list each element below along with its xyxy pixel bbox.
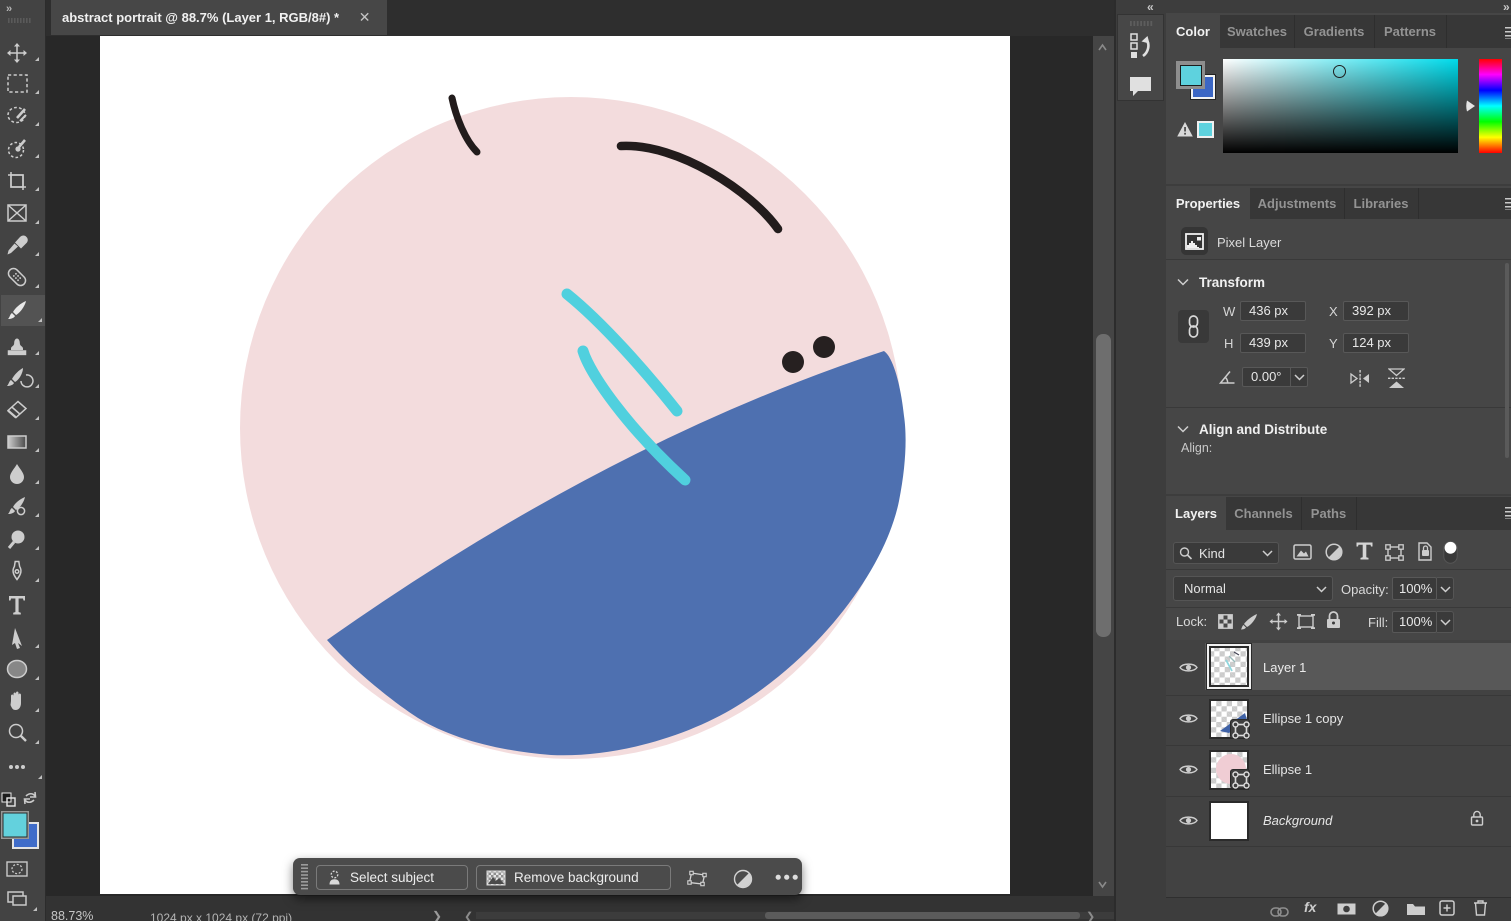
svg-text:»: » [6,3,12,15]
